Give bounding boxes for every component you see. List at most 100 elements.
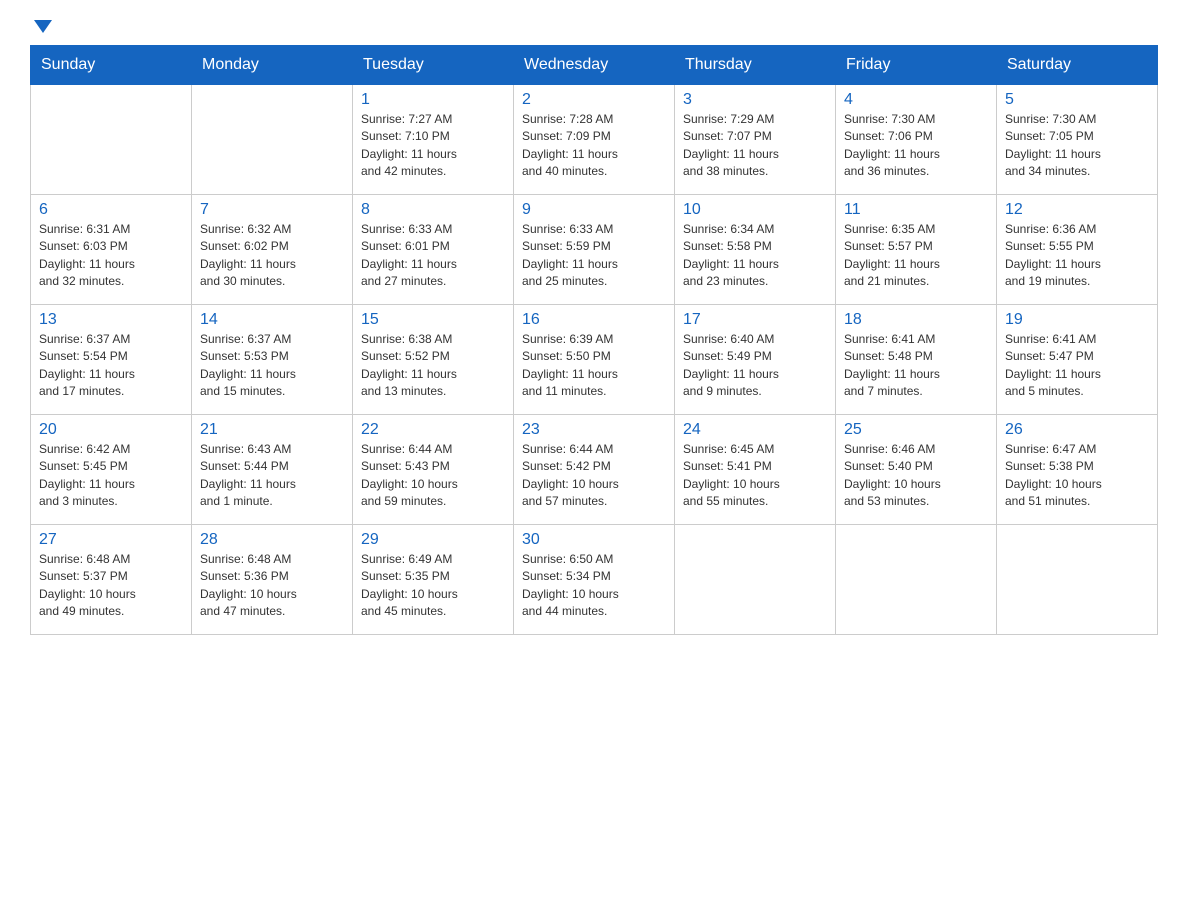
day-info: Sunrise: 6:37 AM Sunset: 5:54 PM Dayligh… bbox=[39, 331, 183, 401]
day-info: Sunrise: 7:30 AM Sunset: 7:05 PM Dayligh… bbox=[1005, 111, 1149, 181]
day-number: 8 bbox=[361, 201, 505, 219]
calendar-cell: 12 Sunrise: 6:36 AM Sunset: 5:55 PM Dayli… bbox=[997, 195, 1158, 305]
calendar-cell: 26Sunrise: 6:47 AM Sunset: 5:38 PM Dayli… bbox=[997, 415, 1158, 525]
day-number: 22 bbox=[361, 421, 505, 439]
calendar-header-friday: Friday bbox=[836, 46, 997, 85]
day-number: 4 bbox=[844, 91, 988, 109]
day-info: Sunrise: 6:45 AM Sunset: 5:41 PM Dayligh… bbox=[683, 441, 827, 511]
day-number: 18 bbox=[844, 311, 988, 329]
calendar-cell: 20 Sunrise: 6:42 AM Sunset: 5:45 PM Dayli… bbox=[31, 415, 192, 525]
day-info: Sunrise: 6:49 AM Sunset: 5:35 PM Dayligh… bbox=[361, 551, 505, 621]
calendar: SundayMondayTuesdayWednesdayThursdayFrid… bbox=[30, 45, 1158, 635]
calendar-cell: 28 Sunrise: 6:48 AM Sunset: 5:36 PM Dayli… bbox=[192, 525, 353, 635]
day-info: Sunrise: 6:50 AM Sunset: 5:34 PM Dayligh… bbox=[522, 551, 666, 621]
calendar-cell: 2 Sunrise: 7:28 AM Sunset: 7:09 PM Daylig… bbox=[514, 85, 675, 195]
calendar-cell: 14Sunrise: 6:37 AM Sunset: 5:53 PM Dayli… bbox=[192, 305, 353, 415]
calendar-header-monday: Monday bbox=[192, 46, 353, 85]
calendar-cell: 10Sunrise: 6:34 AM Sunset: 5:58 PM Dayli… bbox=[675, 195, 836, 305]
day-info: Sunrise: 6:37 AM Sunset: 5:53 PM Dayligh… bbox=[200, 331, 344, 401]
day-info: Sunrise: 6:40 AM Sunset: 5:49 PM Dayligh… bbox=[683, 331, 827, 401]
calendar-cell bbox=[675, 525, 836, 635]
calendar-week-row: 1 Sunrise: 7:27 AM Sunset: 7:10 PM Daylig… bbox=[31, 85, 1158, 195]
calendar-cell: 23 Sunrise: 6:44 AM Sunset: 5:42 PM Dayli… bbox=[514, 415, 675, 525]
day-number: 3 bbox=[683, 91, 827, 109]
day-info: Sunrise: 6:39 AM Sunset: 5:50 PM Dayligh… bbox=[522, 331, 666, 401]
calendar-cell: 18 Sunrise: 6:41 AM Sunset: 5:48 PM Dayli… bbox=[836, 305, 997, 415]
calendar-header-saturday: Saturday bbox=[997, 46, 1158, 85]
calendar-cell: 13 Sunrise: 6:37 AM Sunset: 5:54 PM Dayli… bbox=[31, 305, 192, 415]
calendar-cell: 7 Sunrise: 6:32 AM Sunset: 6:02 PM Daylig… bbox=[192, 195, 353, 305]
day-info: Sunrise: 7:27 AM Sunset: 7:10 PM Dayligh… bbox=[361, 111, 505, 181]
calendar-cell: 8 Sunrise: 6:33 AM Sunset: 6:01 PM Daylig… bbox=[353, 195, 514, 305]
day-number: 28 bbox=[200, 531, 344, 549]
calendar-week-row: 13 Sunrise: 6:37 AM Sunset: 5:54 PM Dayli… bbox=[31, 305, 1158, 415]
calendar-cell bbox=[192, 85, 353, 195]
day-info: Sunrise: 6:36 AM Sunset: 5:55 PM Dayligh… bbox=[1005, 221, 1149, 291]
day-number: 21 bbox=[200, 421, 344, 439]
calendar-cell: 21 Sunrise: 6:43 AM Sunset: 5:44 PM Dayli… bbox=[192, 415, 353, 525]
day-info: Sunrise: 6:48 AM Sunset: 5:37 PM Dayligh… bbox=[39, 551, 183, 621]
day-info: Sunrise: 6:47 AM Sunset: 5:38 PM Dayligh… bbox=[1005, 441, 1149, 511]
day-number: 23 bbox=[522, 421, 666, 439]
day-number: 19 bbox=[1005, 311, 1149, 329]
day-info: Sunrise: 6:41 AM Sunset: 5:47 PM Dayligh… bbox=[1005, 331, 1149, 401]
day-number: 5 bbox=[1005, 91, 1149, 109]
day-number: 20 bbox=[39, 421, 183, 439]
day-info: Sunrise: 6:33 AM Sunset: 5:59 PM Dayligh… bbox=[522, 221, 666, 291]
day-info: Sunrise: 6:34 AM Sunset: 5:58 PM Dayligh… bbox=[683, 221, 827, 291]
calendar-cell: 30 Sunrise: 6:50 AM Sunset: 5:34 PM Dayli… bbox=[514, 525, 675, 635]
day-number: 25 bbox=[844, 421, 988, 439]
day-info: Sunrise: 6:41 AM Sunset: 5:48 PM Dayligh… bbox=[844, 331, 988, 401]
header bbox=[30, 20, 1158, 35]
calendar-header-wednesday: Wednesday bbox=[514, 46, 675, 85]
day-number: 30 bbox=[522, 531, 666, 549]
day-info: Sunrise: 7:30 AM Sunset: 7:06 PM Dayligh… bbox=[844, 111, 988, 181]
day-info: Sunrise: 6:48 AM Sunset: 5:36 PM Dayligh… bbox=[200, 551, 344, 621]
calendar-week-row: 27 Sunrise: 6:48 AM Sunset: 5:37 PM Dayli… bbox=[31, 525, 1158, 635]
calendar-cell: 15Sunrise: 6:38 AM Sunset: 5:52 PM Dayli… bbox=[353, 305, 514, 415]
calendar-cell: 9 Sunrise: 6:33 AM Sunset: 5:59 PM Daylig… bbox=[514, 195, 675, 305]
calendar-cell: 29 Sunrise: 6:49 AM Sunset: 5:35 PM Dayli… bbox=[353, 525, 514, 635]
calendar-cell: 6 Sunrise: 6:31 AM Sunset: 6:03 PM Daylig… bbox=[31, 195, 192, 305]
day-number: 13 bbox=[39, 311, 183, 329]
day-info: Sunrise: 6:32 AM Sunset: 6:02 PM Dayligh… bbox=[200, 221, 344, 291]
day-number: 1 bbox=[361, 91, 505, 109]
day-number: 27 bbox=[39, 531, 183, 549]
calendar-header-sunday: Sunday bbox=[31, 46, 192, 85]
calendar-header-thursday: Thursday bbox=[675, 46, 836, 85]
calendar-cell: 19 Sunrise: 6:41 AM Sunset: 5:47 PM Dayli… bbox=[997, 305, 1158, 415]
calendar-cell: 11 Sunrise: 6:35 AM Sunset: 5:57 PM Dayli… bbox=[836, 195, 997, 305]
calendar-header-row: SundayMondayTuesdayWednesdayThursdayFrid… bbox=[31, 46, 1158, 85]
day-number: 9 bbox=[522, 201, 666, 219]
calendar-cell: 24 Sunrise: 6:45 AM Sunset: 5:41 PM Dayli… bbox=[675, 415, 836, 525]
calendar-week-row: 6 Sunrise: 6:31 AM Sunset: 6:03 PM Daylig… bbox=[31, 195, 1158, 305]
calendar-cell bbox=[836, 525, 997, 635]
day-number: 2 bbox=[522, 91, 666, 109]
day-info: Sunrise: 6:46 AM Sunset: 5:40 PM Dayligh… bbox=[844, 441, 988, 511]
day-info: Sunrise: 6:44 AM Sunset: 5:42 PM Dayligh… bbox=[522, 441, 666, 511]
day-number: 24 bbox=[683, 421, 827, 439]
day-number: 12 bbox=[1005, 201, 1149, 219]
calendar-cell: 4 Sunrise: 7:30 AM Sunset: 7:06 PM Daylig… bbox=[836, 85, 997, 195]
day-number: 16 bbox=[522, 311, 666, 329]
day-info: Sunrise: 6:35 AM Sunset: 5:57 PM Dayligh… bbox=[844, 221, 988, 291]
calendar-cell: 22Sunrise: 6:44 AM Sunset: 5:43 PM Dayli… bbox=[353, 415, 514, 525]
calendar-cell: 27 Sunrise: 6:48 AM Sunset: 5:37 PM Dayli… bbox=[31, 525, 192, 635]
day-info: Sunrise: 6:31 AM Sunset: 6:03 PM Dayligh… bbox=[39, 221, 183, 291]
logo-arrow-icon bbox=[34, 20, 52, 33]
logo bbox=[30, 20, 52, 35]
calendar-cell: 17Sunrise: 6:40 AM Sunset: 5:49 PM Dayli… bbox=[675, 305, 836, 415]
day-info: Sunrise: 6:43 AM Sunset: 5:44 PM Dayligh… bbox=[200, 441, 344, 511]
day-number: 29 bbox=[361, 531, 505, 549]
calendar-cell bbox=[31, 85, 192, 195]
day-number: 7 bbox=[200, 201, 344, 219]
day-info: Sunrise: 6:33 AM Sunset: 6:01 PM Dayligh… bbox=[361, 221, 505, 291]
day-number: 11 bbox=[844, 201, 988, 219]
calendar-cell: 5 Sunrise: 7:30 AM Sunset: 7:05 PM Daylig… bbox=[997, 85, 1158, 195]
calendar-cell: 25 Sunrise: 6:46 AM Sunset: 5:40 PM Dayli… bbox=[836, 415, 997, 525]
calendar-cell: 1 Sunrise: 7:27 AM Sunset: 7:10 PM Daylig… bbox=[353, 85, 514, 195]
day-info: Sunrise: 7:28 AM Sunset: 7:09 PM Dayligh… bbox=[522, 111, 666, 181]
day-number: 6 bbox=[39, 201, 183, 219]
calendar-cell: 3Sunrise: 7:29 AM Sunset: 7:07 PM Daylig… bbox=[675, 85, 836, 195]
day-info: Sunrise: 6:42 AM Sunset: 5:45 PM Dayligh… bbox=[39, 441, 183, 511]
